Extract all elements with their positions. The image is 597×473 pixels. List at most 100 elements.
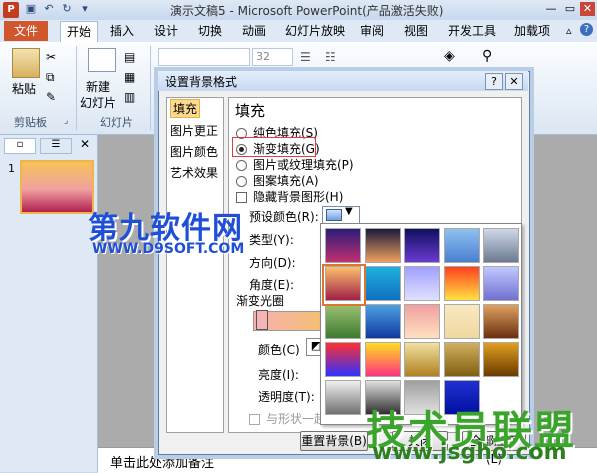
watermark-url: WWW.D9SOFT.COM: [92, 241, 245, 257]
gradient-swatch[interactable]: [325, 342, 361, 377]
slide-thumbnail[interactable]: [20, 160, 94, 214]
redo-icon[interactable]: ↻: [60, 2, 74, 16]
paste-icon[interactable]: [12, 48, 40, 78]
checkbox-icon: [236, 192, 247, 203]
type-label: 类型(Y):: [249, 233, 294, 247]
gradient-swatch[interactable]: [444, 228, 480, 263]
tab-file[interactable]: 文件: [4, 21, 48, 41]
gradient-swatch[interactable]: [365, 304, 401, 339]
undo-icon[interactable]: ↶: [42, 2, 56, 16]
preset-colors-label: 预设颜色(R):: [249, 210, 319, 224]
dialog-help-icon[interactable]: ?: [485, 73, 503, 90]
nav-picture-corrections[interactable]: 图片更正: [170, 122, 218, 139]
font-name-combo[interactable]: [158, 48, 250, 66]
slide-number: 1: [8, 162, 15, 175]
help-icon[interactable]: ?: [580, 23, 593, 36]
new-slide-icon[interactable]: [88, 48, 116, 72]
bullets-icon[interactable]: ☰: [300, 50, 311, 64]
tab-transitions[interactable]: 切换: [192, 21, 228, 41]
tab-design[interactable]: 设计: [148, 21, 184, 41]
gradient-swatch[interactable]: [483, 342, 519, 377]
numbering-icon[interactable]: ☷: [325, 50, 336, 64]
tab-home[interactable]: 开始: [60, 21, 99, 42]
fill-heading: 填充: [235, 102, 266, 120]
group-separator: [150, 46, 151, 130]
gradient-swatch[interactable]: [404, 266, 440, 301]
outline-tab[interactable]: ☰: [40, 138, 72, 154]
shapes-icon[interactable]: ◈: [444, 48, 455, 64]
tab-insert[interactable]: 插入: [104, 21, 140, 41]
gradient-swatch[interactable]: [404, 342, 440, 377]
cut-icon[interactable]: ✂: [46, 50, 56, 64]
radio-icon: [236, 160, 247, 171]
radio-icon: [236, 176, 247, 187]
tab-developer[interactable]: 开发工具: [442, 21, 502, 41]
checkbox-icon: [249, 414, 260, 425]
tab-animations[interactable]: 动画: [236, 21, 272, 41]
gradient-stop-handle[interactable]: [256, 310, 268, 330]
gradient-swatch[interactable]: [444, 342, 480, 377]
nav-artistic-effects[interactable]: 艺术效果: [170, 164, 218, 181]
reset-background-button[interactable]: 重置背景(B): [300, 431, 368, 451]
chevron-down-icon: ▼: [345, 206, 353, 217]
find-icon[interactable]: ⚲: [482, 48, 492, 64]
close-window-icon[interactable]: ✕: [580, 2, 595, 16]
tab-addins[interactable]: 加载项: [508, 21, 556, 41]
gradient-swatch[interactable]: [365, 266, 401, 301]
clipboard-group-label: 剪贴板: [14, 116, 47, 129]
gradient-swatch[interactable]: [365, 342, 401, 377]
customize-qat-icon[interactable]: ▾: [78, 2, 92, 16]
paste-button[interactable]: 粘贴: [12, 80, 36, 97]
restore-icon[interactable]: ▭: [563, 3, 577, 15]
selected-swatch-highlight: [322, 264, 366, 306]
gradient-swatch[interactable]: [483, 228, 519, 263]
tab-slideshow[interactable]: 幻灯片放映: [279, 21, 351, 41]
gradient-stops-label: 渐变光圈: [236, 294, 285, 308]
color-label: 颜色(C): [258, 343, 300, 357]
angle-label: 角度(E):: [249, 278, 294, 292]
gradient-swatch[interactable]: [444, 266, 480, 301]
new-slide-button[interactable]: 新建: [86, 78, 110, 95]
nav-picture-color[interactable]: 图片颜色: [170, 143, 218, 160]
gradient-swatch[interactable]: [404, 228, 440, 263]
pattern-fill-option[interactable]: 图案填充(A): [236, 172, 319, 189]
picture-texture-fill-option[interactable]: 图片或纹理填充(P): [236, 156, 354, 173]
minimize-icon[interactable]: —: [544, 3, 558, 15]
group-separator: [76, 46, 77, 130]
gradient-swatch[interactable]: [325, 380, 361, 415]
copy-icon[interactable]: ⧉: [46, 70, 55, 85]
section-icon[interactable]: ▥: [124, 90, 135, 104]
transparency-label: 透明度(T):: [258, 390, 315, 404]
font-size-combo[interactable]: 32: [252, 48, 293, 66]
dialog-launcher-icon[interactable]: ⌟: [64, 116, 68, 126]
gradient-fill-highlight: [232, 137, 316, 157]
gradient-swatch[interactable]: [404, 304, 440, 339]
powerpoint-icon[interactable]: P: [3, 2, 19, 18]
gradient-swatch[interactable]: [444, 304, 480, 339]
dialog-title: 设置背景格式: [165, 75, 238, 89]
slides-tab[interactable]: ▫: [4, 138, 36, 154]
window-title: 演示文稿5 - Microsoft PowerPoint(产品激活失败): [170, 4, 444, 18]
gradient-swatch[interactable]: [483, 304, 519, 339]
format-painter-icon[interactable]: ✎: [46, 90, 56, 104]
brightness-label: 亮度(I):: [258, 368, 299, 382]
save-icon[interactable]: ▣: [24, 2, 38, 16]
gradient-swatch[interactable]: [325, 304, 361, 339]
layout-icon[interactable]: ▤: [124, 50, 135, 64]
watermark-url: www.jsgho.com: [372, 440, 567, 465]
gradient-swatch[interactable]: [365, 228, 401, 263]
hide-background-graphics-checkbox[interactable]: 隐藏背景图形(H): [236, 188, 343, 205]
nav-fill[interactable]: 填充: [170, 99, 201, 118]
slides-group-label: 幻灯片: [100, 116, 133, 129]
close-pane-icon[interactable]: ✕: [80, 137, 90, 151]
tab-view[interactable]: 视图: [398, 21, 434, 41]
minimize-ribbon-icon[interactable]: ▵: [566, 24, 572, 37]
tab-review[interactable]: 审阅: [354, 21, 390, 41]
reset-icon[interactable]: ▦: [124, 70, 135, 84]
direction-label: 方向(D):: [249, 256, 296, 270]
gradient-swatch[interactable]: [325, 228, 361, 263]
gradient-swatch[interactable]: [483, 266, 519, 301]
new-slide-button-label[interactable]: 幻灯片: [80, 94, 116, 111]
dialog-close-icon[interactable]: ✕: [505, 73, 523, 90]
preset-swatch: [326, 209, 342, 221]
